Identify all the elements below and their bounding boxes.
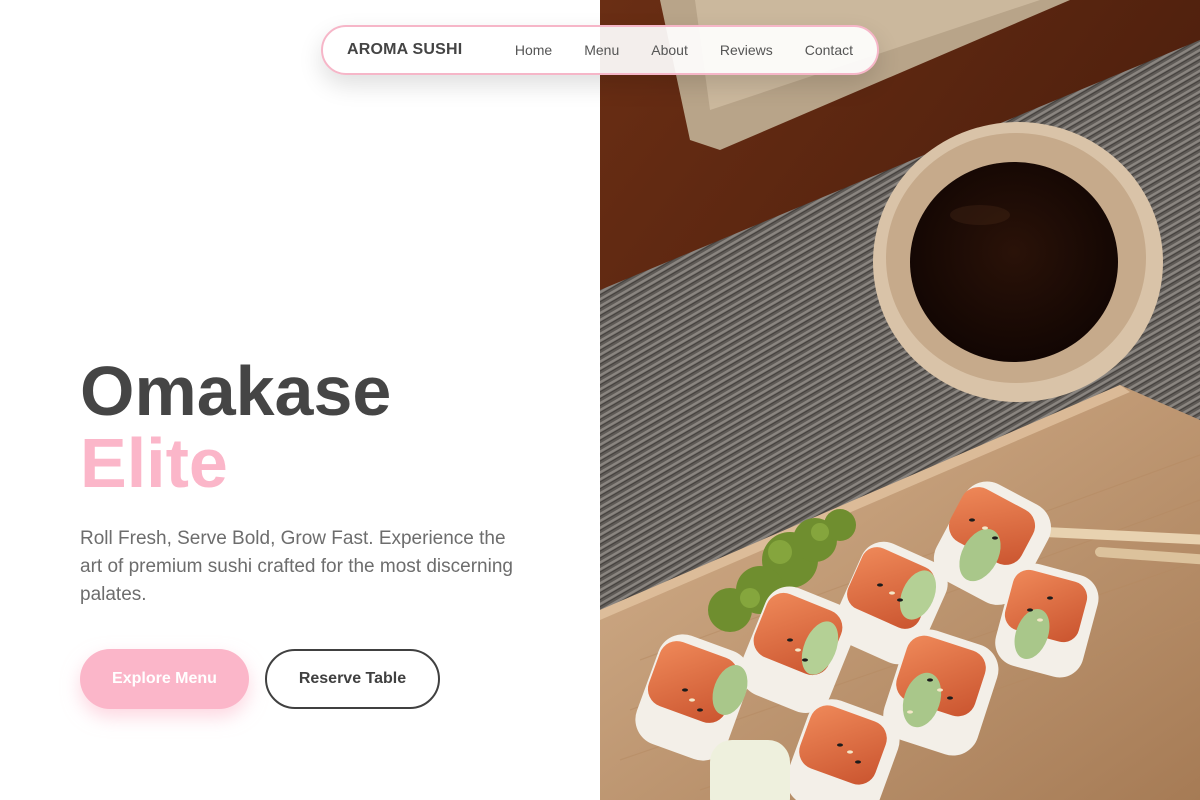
hero-title: Omakase Elite: [80, 355, 391, 499]
hero-description: Roll Fresh, Serve Bold, Grow Fast. Exper…: [80, 528, 513, 605]
brand-logo[interactable]: AROMA SUSHI: [347, 41, 462, 59]
nav-link-about[interactable]: About: [651, 42, 688, 58]
reserve-table-button[interactable]: Reserve Table: [265, 649, 440, 709]
hero-title-line2: Elite: [80, 424, 228, 502]
hero-image: [600, 0, 1200, 800]
hero-title-line1: Omakase: [80, 352, 392, 430]
navbar: AROMA SUSHI Home Menu About Reviews Cont…: [321, 25, 879, 75]
explore-menu-button[interactable]: Explore Menu: [80, 649, 249, 709]
nav-link-contact[interactable]: Contact: [805, 42, 853, 58]
nav-link-menu[interactable]: Menu: [584, 42, 619, 58]
nav-links: Home Menu About Reviews Contact: [515, 42, 853, 58]
nav-link-reviews[interactable]: Reviews: [720, 42, 773, 58]
nav-link-home[interactable]: Home: [515, 42, 552, 58]
